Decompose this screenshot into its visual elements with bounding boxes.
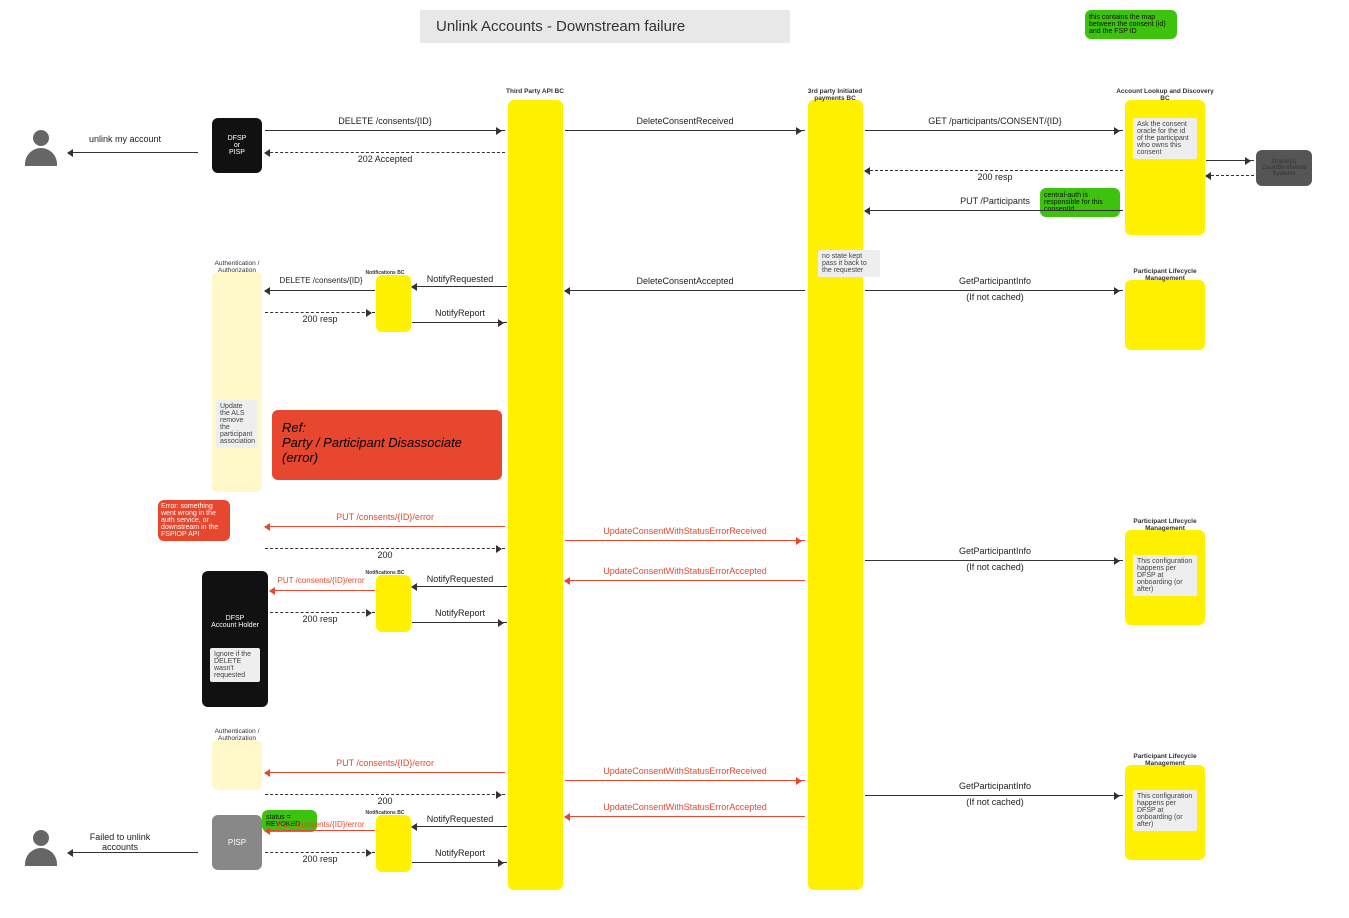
actor-pisp: PISP xyxy=(212,815,262,870)
msg-get-pinfo-1: GetParticipantInfo xyxy=(935,276,1055,286)
note-ignore-delete: Ignore if the DELETE wasn't requested xyxy=(210,648,260,682)
actor-dfsp-pisp: DFSP or PISP xyxy=(212,118,262,173)
msg-200-resp-3: 200 resp xyxy=(290,614,350,624)
user-icon xyxy=(25,130,57,170)
ref-box: Ref: Party / Participant Disassociate (e… xyxy=(272,410,502,480)
msg-upd-err-recv-1: UpdateConsentWithStatusErrorReceived xyxy=(575,526,795,536)
msg-delete-consents-1: DELETE /consents/{ID} xyxy=(300,116,470,126)
msg-put-participants: PUT /Participants xyxy=(935,196,1055,206)
msg-get-pinfo-3: GetParticipantInfo xyxy=(935,781,1055,791)
actor-plm-1: Participant Lifecycle Management xyxy=(1120,268,1210,282)
note-ask-oracle: Ask the consent oracle for the id of the… xyxy=(1133,118,1197,159)
actor-third-party-api: Third Party API BC xyxy=(500,88,570,95)
msg-get-participants: GET /participants/CONSENT/{ID} xyxy=(880,116,1110,126)
actor-auth-2: Authentication / Authorization xyxy=(205,728,269,742)
msg-if-not-cached-3: (If not cached) xyxy=(945,797,1045,807)
actor-dfsp-account-holder: DFSP Account Holder xyxy=(202,571,268,707)
msg-if-not-cached-2: (If not cached) xyxy=(945,562,1045,572)
actor-tpip-bc: 3rd party Initiated payments BC xyxy=(795,88,875,102)
msg-202: 202 Accepted xyxy=(320,154,450,164)
actor-plm-2: Participant Lifecycle Management xyxy=(1120,518,1210,532)
note-update-als: Update the ALS remove the participant as… xyxy=(216,400,258,448)
page-title: Unlink Accounts - Downstream failure xyxy=(420,10,790,43)
note-config-2: This configuration happens per DFSP at o… xyxy=(1133,790,1197,831)
msg-upd-err-recv-2: UpdateConsentWithStatusErrorReceived xyxy=(575,766,795,776)
lifeline-auth-1 xyxy=(212,272,262,492)
msg-notif-req-1: NotifyRequested xyxy=(415,274,505,284)
msg-notif-rep-2: NotifyReport xyxy=(415,608,505,618)
msg-notif-rep-1: NotifyReport xyxy=(415,308,505,318)
note-consent-map: this contains the map between the consen… xyxy=(1085,10,1177,39)
lifeline-notif-2 xyxy=(376,575,411,632)
msg-upd-err-acc-2: UpdateConsentWithStatusErrorAccepted xyxy=(575,802,795,812)
actor-plm-3: Participant Lifecycle Management xyxy=(1120,753,1210,767)
msg-200-2: 200 xyxy=(360,796,410,806)
actor-oracle: Oracle(s) CouldBe internal Systems xyxy=(1256,150,1312,186)
msg-200-resp-4: 200 resp xyxy=(290,854,350,864)
lifeline-third-party-api xyxy=(508,100,563,890)
msg-notif-req-2: NotifyRequested xyxy=(415,574,505,584)
msg-delete-received: DeleteConsentReceived xyxy=(610,116,760,126)
note-no-state: no state kept pass it back to the reques… xyxy=(818,250,880,277)
msg-put-error-3: PUT /consents/{ID}/error xyxy=(300,758,470,768)
user-icon-2 xyxy=(25,830,57,870)
lifeline-tpip-bc xyxy=(808,100,863,890)
msg-200-resp-1: 200 resp xyxy=(945,172,1045,182)
msg-upd-err-acc-1: UpdateConsentWithStatusErrorAccepted xyxy=(575,566,795,576)
lifeline-plm-1 xyxy=(1125,280,1205,350)
note-config-1: This configuration happens per DFSP at o… xyxy=(1133,555,1197,596)
actor-account-lookup: Account Lookup and Discovery BC xyxy=(1115,88,1215,102)
msg-200-1: 200 xyxy=(360,550,410,560)
msg-delete-consents-2: DELETE /consents/{ID} xyxy=(267,276,375,285)
user-message-unlink: unlink my account xyxy=(70,134,180,144)
msg-put-error-1: PUT /consents/{ID}/error xyxy=(300,512,470,522)
msg-200-resp-2: 200 resp xyxy=(290,314,350,324)
msg-put-error-4: PUT /consents/{ID}/error xyxy=(267,820,375,829)
msg-delete-accepted: DeleteConsentAccepted xyxy=(610,276,760,286)
lifeline-notif-3 xyxy=(376,815,411,872)
msg-get-pinfo-2: GetParticipantInfo xyxy=(935,546,1055,556)
lifeline-auth-2 xyxy=(212,740,262,790)
user-message-failed: Failed to unlink accounts xyxy=(75,832,165,852)
msg-notif-req-3: NotifyRequested xyxy=(415,814,505,824)
note-error-auth: Error: something went wrong in the auth … xyxy=(158,500,230,541)
msg-notif-rep-3: NotifyReport xyxy=(415,848,505,858)
msg-put-error-2: PUT /consents/{ID}/error xyxy=(267,576,375,585)
msg-if-not-cached-1: (If not cached) xyxy=(945,292,1045,302)
actor-notif-3: Notifications BC xyxy=(360,810,410,816)
lifeline-notif-1 xyxy=(376,275,411,332)
actor-auth-1: Authentication / Authorization xyxy=(205,260,269,274)
